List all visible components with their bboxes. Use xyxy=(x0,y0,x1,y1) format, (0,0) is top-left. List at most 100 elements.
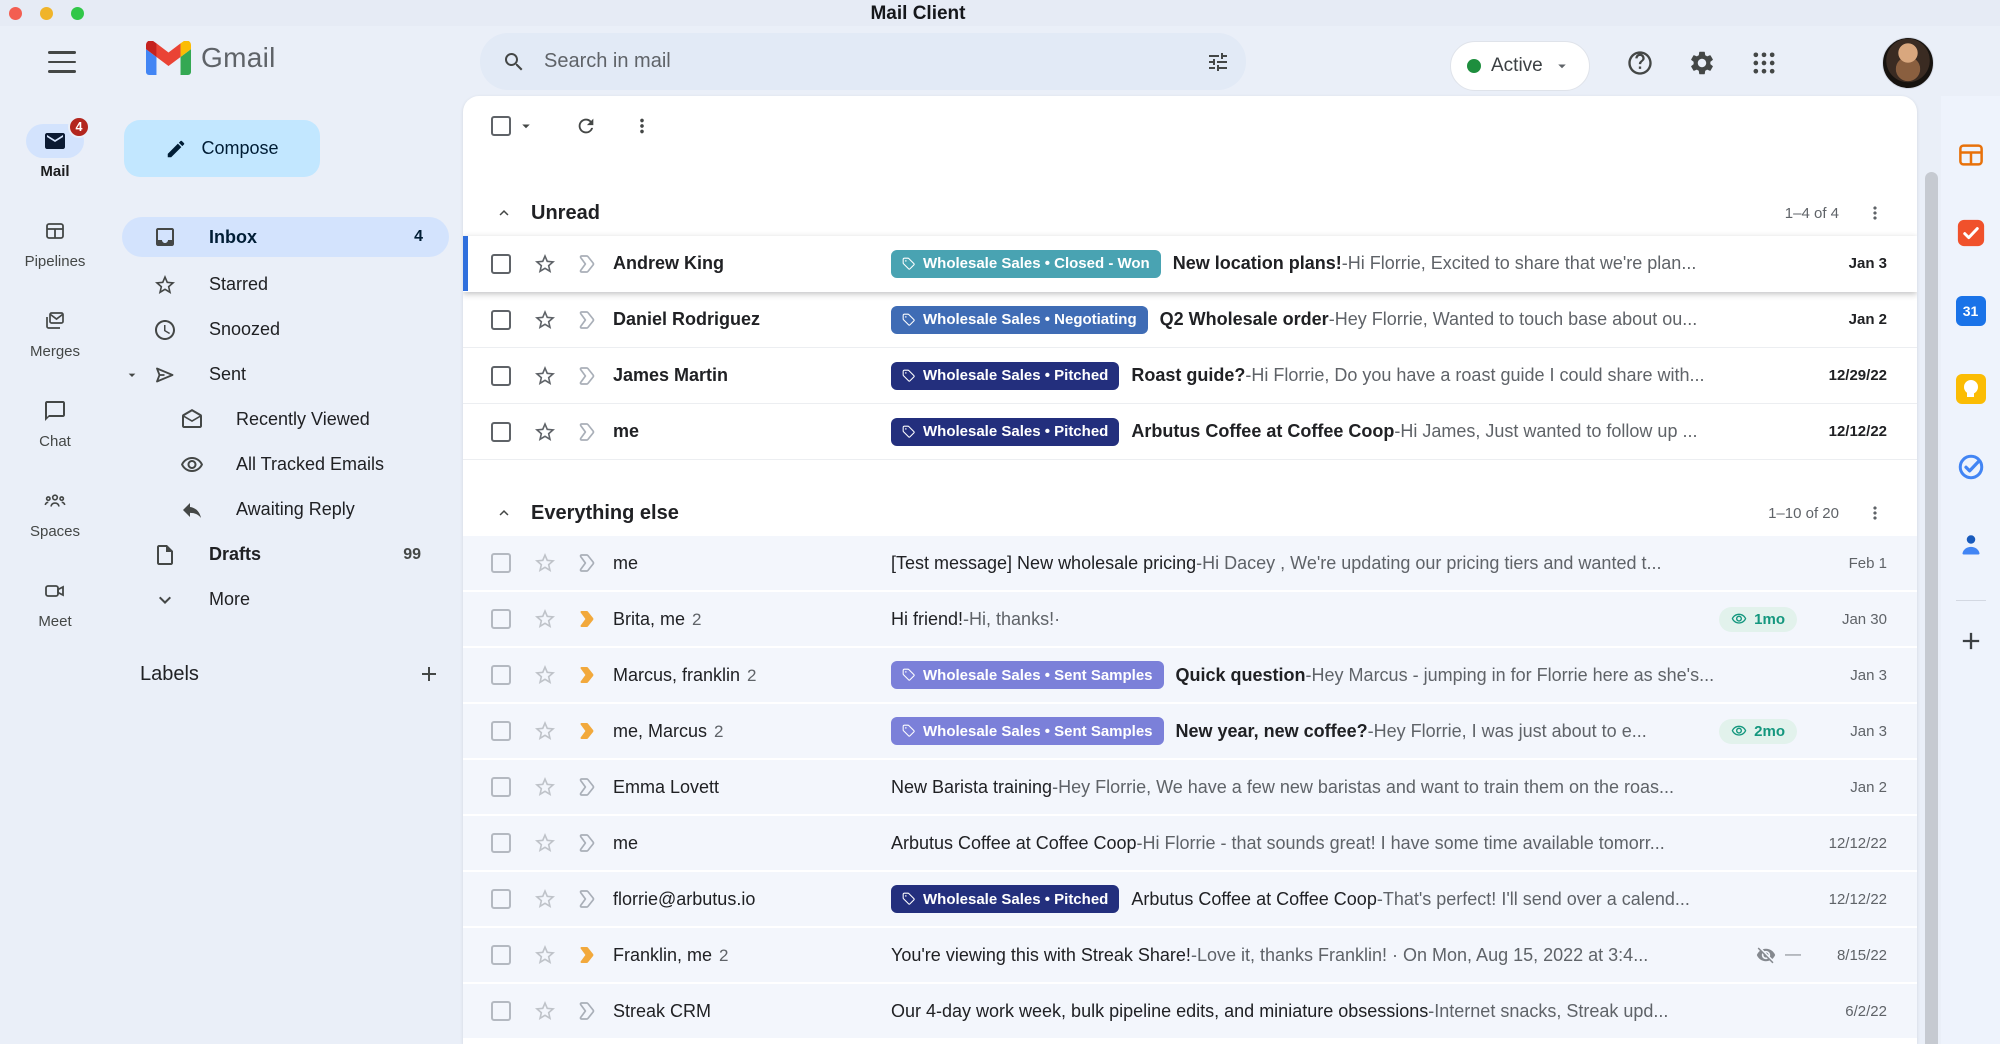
pipeline-badge[interactable]: Wholesale Sales • Pitched xyxy=(891,362,1119,390)
search-options-icon[interactable] xyxy=(1206,50,1230,74)
sidebar-item-recently-viewed[interactable]: Recently Viewed xyxy=(110,397,447,442)
streak-snooze-icon[interactable] xyxy=(575,775,599,799)
rail-item-meet[interactable]: Meet xyxy=(26,574,84,630)
streak-snooze-icon[interactable] xyxy=(575,663,599,687)
star-icon[interactable] xyxy=(533,943,557,967)
streak-snooze-icon[interactable] xyxy=(575,831,599,855)
star-icon[interactable] xyxy=(533,775,557,799)
sidebar-item-all-tracked-emails[interactable]: All Tracked Emails xyxy=(110,442,447,487)
star-icon[interactable] xyxy=(533,308,557,332)
section-more-icon[interactable] xyxy=(1865,203,1885,223)
streak-snooze-icon[interactable] xyxy=(575,308,599,332)
email-row[interactable]: Franklin, me2You're viewing this with St… xyxy=(463,928,1917,984)
star-icon[interactable] xyxy=(533,719,557,743)
profile-avatar[interactable] xyxy=(1882,37,1934,89)
email-row[interactable]: meArbutus Coffee at Coffee Coop - Hi Flo… xyxy=(463,816,1917,872)
row-checkbox[interactable] xyxy=(491,945,511,965)
email-row[interactable]: me, Marcus2Wholesale Sales • Sent Sample… xyxy=(463,704,1917,760)
row-checkbox[interactable] xyxy=(491,254,511,274)
rail-item-spaces[interactable]: Spaces xyxy=(26,484,84,540)
sidebar-item-starred[interactable]: Starred xyxy=(110,262,447,307)
email-row[interactable]: Andrew KingWholesale Sales • Closed - Wo… xyxy=(463,236,1917,292)
sidebar-item-awaiting-reply[interactable]: Awaiting Reply xyxy=(110,487,447,532)
email-row[interactable]: Brita, me2Hi friend! - Hi, thanks!·1moJa… xyxy=(463,592,1917,648)
google-apps-grid-icon[interactable] xyxy=(1750,49,1778,77)
row-checkbox[interactable] xyxy=(491,665,511,685)
streak-pipelines-icon[interactable] xyxy=(1956,140,1986,170)
star-icon[interactable] xyxy=(533,663,557,687)
search-input[interactable] xyxy=(544,50,1206,73)
streak-snooze-icon[interactable] xyxy=(575,607,599,631)
sidebar-item-snoozed[interactable]: Snoozed xyxy=(110,307,447,352)
row-checkbox[interactable] xyxy=(491,777,511,797)
pipeline-badge[interactable]: Wholesale Sales • Pitched xyxy=(891,885,1119,913)
email-row[interactable]: Marcus, franklin2Wholesale Sales • Sent … xyxy=(463,648,1917,704)
streak-snooze-icon[interactable] xyxy=(575,551,599,575)
collapse-section-icon[interactable] xyxy=(495,204,513,222)
settings-gear-icon[interactable] xyxy=(1688,49,1716,77)
star-icon[interactable] xyxy=(533,551,557,575)
streak-status-dropdown[interactable]: Active xyxy=(1450,41,1590,91)
section-more-icon[interactable] xyxy=(1865,503,1885,523)
google-keep-icon[interactable] xyxy=(1956,374,1986,404)
row-checkbox[interactable] xyxy=(491,833,511,853)
streak-snooze-icon[interactable] xyxy=(575,364,599,388)
streak-snooze-icon[interactable] xyxy=(575,252,599,276)
select-all-checkbox[interactable] xyxy=(491,116,511,136)
email-row[interactable]: James MartinWholesale Sales • PitchedRoa… xyxy=(463,348,1917,404)
row-checkbox[interactable] xyxy=(491,1001,511,1021)
streak-snooze-icon[interactable] xyxy=(575,420,599,444)
email-row[interactable]: me[Test message] New wholesale pricing -… xyxy=(463,536,1917,592)
more-options-icon[interactable] xyxy=(631,115,653,137)
collapse-section-icon[interactable] xyxy=(495,504,513,522)
star-icon[interactable] xyxy=(533,364,557,388)
search-icon[interactable] xyxy=(502,50,526,74)
select-options-caret-icon[interactable] xyxy=(517,117,535,135)
star-icon[interactable] xyxy=(533,607,557,631)
google-contacts-icon[interactable] xyxy=(1956,530,1986,560)
get-addons-plus-icon[interactable] xyxy=(1957,627,1985,655)
streak-snooze-icon[interactable] xyxy=(575,943,599,967)
star-icon[interactable] xyxy=(533,887,557,911)
refresh-icon[interactable] xyxy=(575,115,597,137)
streak-snooze-icon[interactable] xyxy=(575,999,599,1023)
rail-item-merges[interactable]: Merges xyxy=(26,304,84,360)
email-row[interactable]: meWholesale Sales • PitchedArbutus Coffe… xyxy=(463,404,1917,460)
pipeline-badge[interactable]: Wholesale Sales • Sent Samples xyxy=(891,717,1164,745)
rail-item-mail[interactable]: 4Mail xyxy=(26,124,84,180)
pipeline-badge[interactable]: Wholesale Sales • Pitched xyxy=(891,418,1119,446)
help-icon[interactable] xyxy=(1626,49,1654,77)
rail-item-chat[interactable]: Chat xyxy=(26,394,84,450)
row-checkbox[interactable] xyxy=(491,366,511,386)
star-icon[interactable] xyxy=(533,420,557,444)
email-row[interactable]: Streak CRMOur 4-day work week, bulk pipe… xyxy=(463,984,1917,1040)
sidebar-item-more[interactable]: More xyxy=(110,577,447,622)
add-label-icon[interactable] xyxy=(417,662,441,686)
scrollbar[interactable] xyxy=(1925,172,1938,1044)
row-checkbox[interactable] xyxy=(491,721,511,741)
pipeline-badge[interactable]: Wholesale Sales • Negotiating xyxy=(891,306,1148,334)
rail-item-pipelines[interactable]: Pipelines xyxy=(25,214,86,270)
streak-email-tracking-icon[interactable] xyxy=(1956,218,1986,248)
expander-icon[interactable] xyxy=(124,367,140,383)
email-row[interactable]: Daniel RodriguezWholesale Sales • Negoti… xyxy=(463,292,1917,348)
row-checkbox[interactable] xyxy=(491,889,511,909)
sidebar-item-sent[interactable]: Sent xyxy=(110,352,447,397)
streak-snooze-icon[interactable] xyxy=(575,719,599,743)
row-checkbox[interactable] xyxy=(491,422,511,442)
streak-snooze-icon[interactable] xyxy=(575,887,599,911)
row-checkbox[interactable] xyxy=(491,609,511,629)
star-icon[interactable] xyxy=(533,831,557,855)
pipeline-badge[interactable]: Wholesale Sales • Sent Samples xyxy=(891,661,1164,689)
sidebar-item-drafts[interactable]: Drafts99 xyxy=(110,532,447,577)
compose-button[interactable]: Compose xyxy=(124,120,320,177)
row-checkbox[interactable] xyxy=(491,553,511,573)
sidebar-item-inbox[interactable]: Inbox4 xyxy=(122,217,449,257)
star-icon[interactable] xyxy=(533,252,557,276)
email-row[interactable]: Emma LovettNew Barista training - Hey Fl… xyxy=(463,760,1917,816)
pipeline-badge[interactable]: Wholesale Sales • Closed - Won xyxy=(891,250,1161,278)
email-row[interactable]: florrie@arbutus.ioWholesale Sales • Pitc… xyxy=(463,872,1917,928)
star-icon[interactable] xyxy=(533,999,557,1023)
google-calendar-icon[interactable]: 31 xyxy=(1956,296,1986,326)
google-tasks-icon[interactable] xyxy=(1956,452,1986,482)
